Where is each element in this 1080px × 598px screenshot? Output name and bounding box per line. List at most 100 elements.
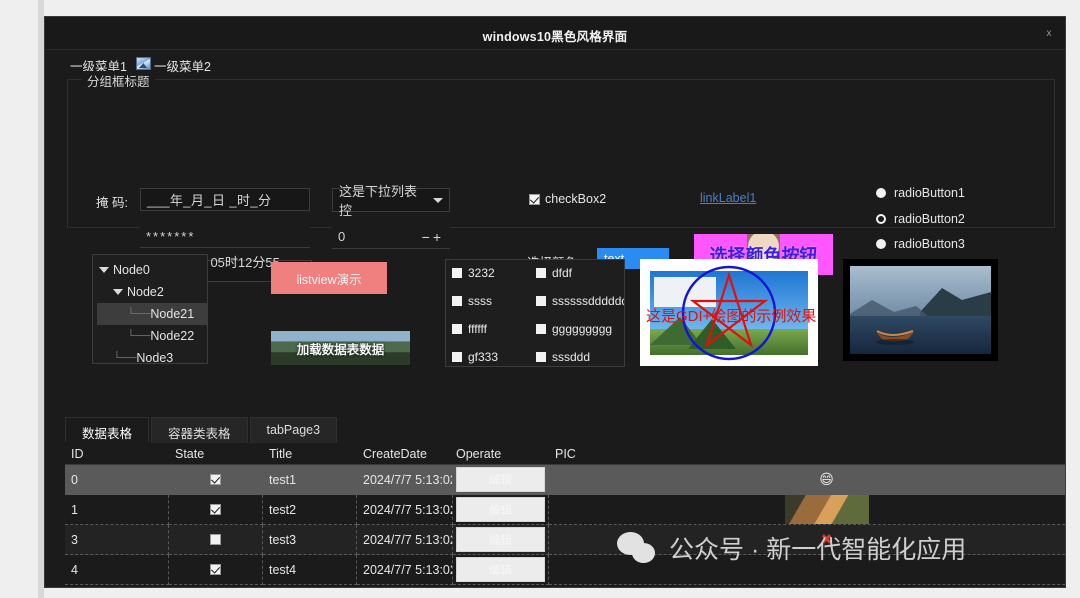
gdi-caption: 这是GDI+绘图的示例效果 bbox=[646, 308, 816, 325]
checkbox-icon[interactable] bbox=[536, 352, 546, 362]
load-table-data-button[interactable]: 加载数据表数据 bbox=[271, 331, 410, 365]
listview-demo-button[interactable]: listview演示 bbox=[271, 262, 387, 294]
table-row[interactable]: 0 test12024/7/7 5:13:02编辑😄 bbox=[65, 465, 1066, 495]
expander-triangle-icon[interactable] bbox=[113, 289, 123, 295]
checkbox-icon[interactable] bbox=[536, 268, 546, 278]
cell-operate: 编辑 bbox=[453, 465, 549, 495]
checkbox-icon[interactable] bbox=[536, 296, 546, 306]
radio-icon bbox=[876, 188, 886, 198]
checkbox-icon bbox=[529, 194, 540, 205]
tree-connector-icon: └── bbox=[127, 308, 150, 320]
checked-list-box[interactable]: 3232 dfdf ssss ssssssddddddffffff ggggggggg g… bbox=[445, 259, 625, 367]
radio-button-1-label: radioButton1 bbox=[894, 186, 965, 200]
cell-title: test4 bbox=[263, 555, 357, 585]
edit-button[interactable]: 编辑 bbox=[456, 467, 545, 492]
tree-node-label: Node3 bbox=[136, 351, 173, 364]
landscape-svg bbox=[850, 266, 991, 354]
checked-list-item[interactable]: dfdf bbox=[536, 266, 625, 280]
checkbox-icon[interactable] bbox=[452, 324, 462, 334]
cell-operate: 编辑 bbox=[453, 495, 549, 525]
checked-list-item[interactable]: sssddd bbox=[536, 350, 625, 364]
column-header-createdate[interactable]: CreateDate bbox=[357, 443, 453, 465]
tree-node[interactable]: └── Node21 bbox=[97, 303, 207, 325]
checked-list-item[interactable]: ffffff bbox=[452, 322, 536, 336]
cell-id: 0 bbox=[65, 465, 169, 495]
edit-button[interactable]: 编辑 bbox=[456, 497, 545, 522]
combo-box[interactable]: 这是下拉列表控 bbox=[332, 188, 450, 212]
app-window: windows10黑色风格界面 x 一级菜单1 一级菜单2 分组框标题 掩 码:… bbox=[44, 16, 1066, 588]
cell-state[interactable] bbox=[169, 555, 263, 585]
edit-button[interactable]: 编辑 bbox=[456, 557, 545, 582]
tree-node[interactable]: └── Node22 bbox=[97, 325, 207, 347]
checked-list-item[interactable]: gf333 bbox=[452, 350, 536, 364]
tree-node-label: Node21 bbox=[150, 307, 194, 321]
checked-list-item[interactable]: ssss bbox=[452, 294, 536, 308]
menu-strip: 一级菜单1 一级菜单2 bbox=[45, 50, 1066, 75]
cell-state[interactable] bbox=[169, 495, 263, 525]
checked-list-item-label: 3232 bbox=[468, 266, 495, 280]
landscape-picturebox bbox=[843, 259, 998, 361]
table-row[interactable]: 1test22024/7/7 5:13:02编辑 bbox=[65, 495, 1066, 525]
column-header-id[interactable]: ID bbox=[65, 443, 169, 465]
checked-list-item[interactable]: ssssssdddddd bbox=[536, 294, 625, 308]
checked-list-item-label: dfdf bbox=[552, 266, 572, 280]
checked-list-item-label: ggggggggg bbox=[552, 322, 612, 336]
tree-node-label: Node0 bbox=[113, 263, 150, 277]
cell-id: 1 bbox=[65, 495, 169, 525]
window-title: windows10黑色风格界面 bbox=[45, 26, 1065, 45]
tab-1[interactable]: 数据表格 bbox=[65, 417, 149, 443]
cell-id: 4 bbox=[65, 555, 169, 585]
cell-createdate: 2024/7/7 5:13:02 bbox=[357, 465, 453, 495]
data-grid: IDStateTitleCreateDateOperatePIC 0 test12… bbox=[65, 443, 1066, 585]
column-header-pic[interactable]: PIC bbox=[549, 443, 1066, 465]
cell-state[interactable] bbox=[169, 465, 263, 495]
cell-title: test3 bbox=[263, 525, 357, 555]
link-label[interactable]: linkLabel1 bbox=[700, 191, 756, 205]
expander-triangle-icon[interactable] bbox=[99, 267, 109, 273]
checked-list-item-label: ssss bbox=[468, 294, 492, 308]
edit-button[interactable]: 编辑 bbox=[456, 527, 545, 552]
checkbox-icon[interactable] bbox=[536, 324, 546, 334]
radio-button-2[interactable]: radioButton2 bbox=[876, 212, 965, 226]
checked-list-item[interactable]: 3232 bbox=[452, 266, 536, 280]
column-header-operate[interactable]: Operate bbox=[453, 443, 549, 465]
checked-list-item[interactable]: ggggggggg bbox=[536, 322, 625, 336]
cell-operate: 编辑 bbox=[453, 525, 549, 555]
cell-state[interactable] bbox=[169, 525, 263, 555]
checkbox-checkbox2-label: checkBox2 bbox=[545, 192, 606, 206]
middle-panel: Node0Node2└── Node21└── Node22└── Node3 … bbox=[67, 233, 1055, 388]
checkbox-icon[interactable] bbox=[210, 504, 221, 515]
gdi-drawing-picturebox: 这是GDI+绘图的示例效果 bbox=[640, 259, 818, 366]
table-row[interactable]: 4test42024/7/7 5:13:02编辑 bbox=[65, 555, 1066, 585]
picture-icon bbox=[136, 57, 151, 70]
mask-input[interactable]: ___年_月_日 _时_分 bbox=[140, 188, 310, 211]
error-x-icon: ✖ bbox=[821, 531, 833, 548]
radio-button-1[interactable]: radioButton1 bbox=[876, 186, 965, 200]
tab-2[interactable]: 容器类表格 bbox=[151, 417, 248, 443]
checkbox-icon[interactable] bbox=[452, 352, 462, 362]
tree-view[interactable]: Node0Node2└── Node21└── Node22└── Node3 bbox=[92, 254, 208, 364]
checkbox-icon[interactable] bbox=[210, 564, 221, 575]
cell-pic: 😄 bbox=[549, 465, 1066, 495]
checked-list-item-label: gf333 bbox=[468, 350, 498, 364]
cell-title: test1 bbox=[263, 465, 357, 495]
checkbox-checkbox2[interactable]: checkBox2 bbox=[529, 192, 606, 206]
column-header-title[interactable]: Title bbox=[263, 443, 357, 465]
checkbox-icon[interactable] bbox=[210, 474, 221, 485]
close-button[interactable]: x bbox=[1041, 27, 1057, 41]
tree-node[interactable]: └── Node3 bbox=[97, 347, 207, 364]
checkbox-icon[interactable] bbox=[210, 534, 221, 545]
cell-title: test2 bbox=[263, 495, 357, 525]
table-row[interactable]: 3test32024/7/7 5:13:02编辑✖ bbox=[65, 525, 1066, 555]
checkbox-icon[interactable] bbox=[452, 268, 462, 278]
column-header-state[interactable]: State bbox=[169, 443, 263, 465]
tab-control: 数据表格容器类表格tabPage3 IDStateTitleCreateDate… bbox=[65, 397, 1066, 588]
checkbox-icon[interactable] bbox=[452, 296, 462, 306]
title-bar: windows10黑色风格界面 x bbox=[45, 17, 1065, 50]
tab-3[interactable]: tabPage3 bbox=[250, 417, 338, 443]
tree-node[interactable]: Node2 bbox=[97, 281, 207, 303]
autumn-photo-thumbnail bbox=[785, 495, 869, 525]
cell-operate: 编辑 bbox=[453, 555, 549, 585]
tree-node[interactable]: Node0 bbox=[97, 259, 207, 281]
cell-createdate: 2024/7/7 5:13:02 bbox=[357, 525, 453, 555]
